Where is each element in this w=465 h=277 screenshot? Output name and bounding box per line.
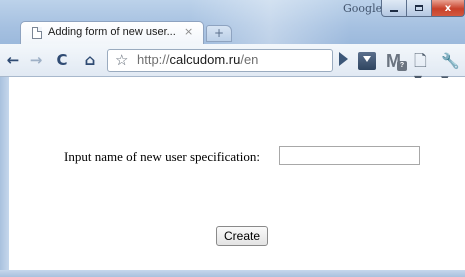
create-button[interactable]: Create bbox=[216, 226, 268, 246]
home-icon[interactable]: ⌂ bbox=[80, 50, 100, 70]
go-arrow-icon[interactable] bbox=[339, 52, 348, 66]
page-content: Input name of new user specification: Cr… bbox=[9, 78, 465, 270]
reload-icon[interactable]: C bbox=[52, 50, 72, 70]
browser-brand-label: Google bbox=[343, 2, 383, 15]
maximize-button[interactable] bbox=[407, 0, 432, 17]
plus-icon: + bbox=[213, 26, 225, 40]
back-arrow-icon[interactable]: ← bbox=[3, 50, 23, 70]
wrench-icon[interactable]: 🔧▾ bbox=[441, 52, 463, 88]
new-tab-button[interactable]: + bbox=[206, 25, 232, 42]
address-bar[interactable]: ☆ http://calcudom.ru/en bbox=[107, 49, 333, 72]
user-specification-label: Input name of new user specification: bbox=[64, 149, 261, 164]
window-controls: x bbox=[381, 0, 465, 19]
user-specification-name-input[interactable] bbox=[279, 146, 420, 165]
forward-arrow-icon[interactable]: → bbox=[27, 50, 45, 70]
tab-title: Adding form of new user... bbox=[48, 26, 176, 38]
window-frame-bottom bbox=[0, 270, 465, 277]
download-icon[interactable] bbox=[358, 52, 376, 70]
page-favicon-icon bbox=[32, 27, 42, 39]
close-window-button[interactable]: x bbox=[432, 0, 465, 17]
url-text[interactable]: http://calcudom.ru/en bbox=[137, 52, 258, 67]
title-bar: Google x Adding form of new user... × + bbox=[0, 0, 465, 45]
tab-close-icon[interactable]: × bbox=[184, 25, 193, 38]
minimize-button[interactable] bbox=[381, 0, 407, 17]
browser-window: Google x Adding form of new user... × + … bbox=[0, 0, 465, 277]
star-icon[interactable]: ☆ bbox=[115, 51, 128, 69]
tab-active[interactable]: Adding form of new user... × bbox=[20, 21, 204, 45]
page-menu-icon[interactable]: 🗋▾ bbox=[414, 52, 434, 88]
gmail-icon[interactable]: M ? bbox=[386, 52, 407, 71]
url-path: /en bbox=[240, 52, 259, 67]
close-icon: x bbox=[444, 2, 452, 14]
navigation-toolbar: ← → C ⌂ ☆ http://calcudom.ru/en M ? 🗋▾ 🔧… bbox=[0, 44, 465, 88]
minimize-icon bbox=[390, 10, 398, 12]
window-frame-left bbox=[0, 77, 9, 277]
maximize-icon bbox=[415, 5, 423, 11]
url-scheme: http:// bbox=[137, 52, 170, 67]
gmail-badge: ? bbox=[397, 61, 407, 71]
url-domain: calcudom.ru bbox=[169, 52, 241, 67]
